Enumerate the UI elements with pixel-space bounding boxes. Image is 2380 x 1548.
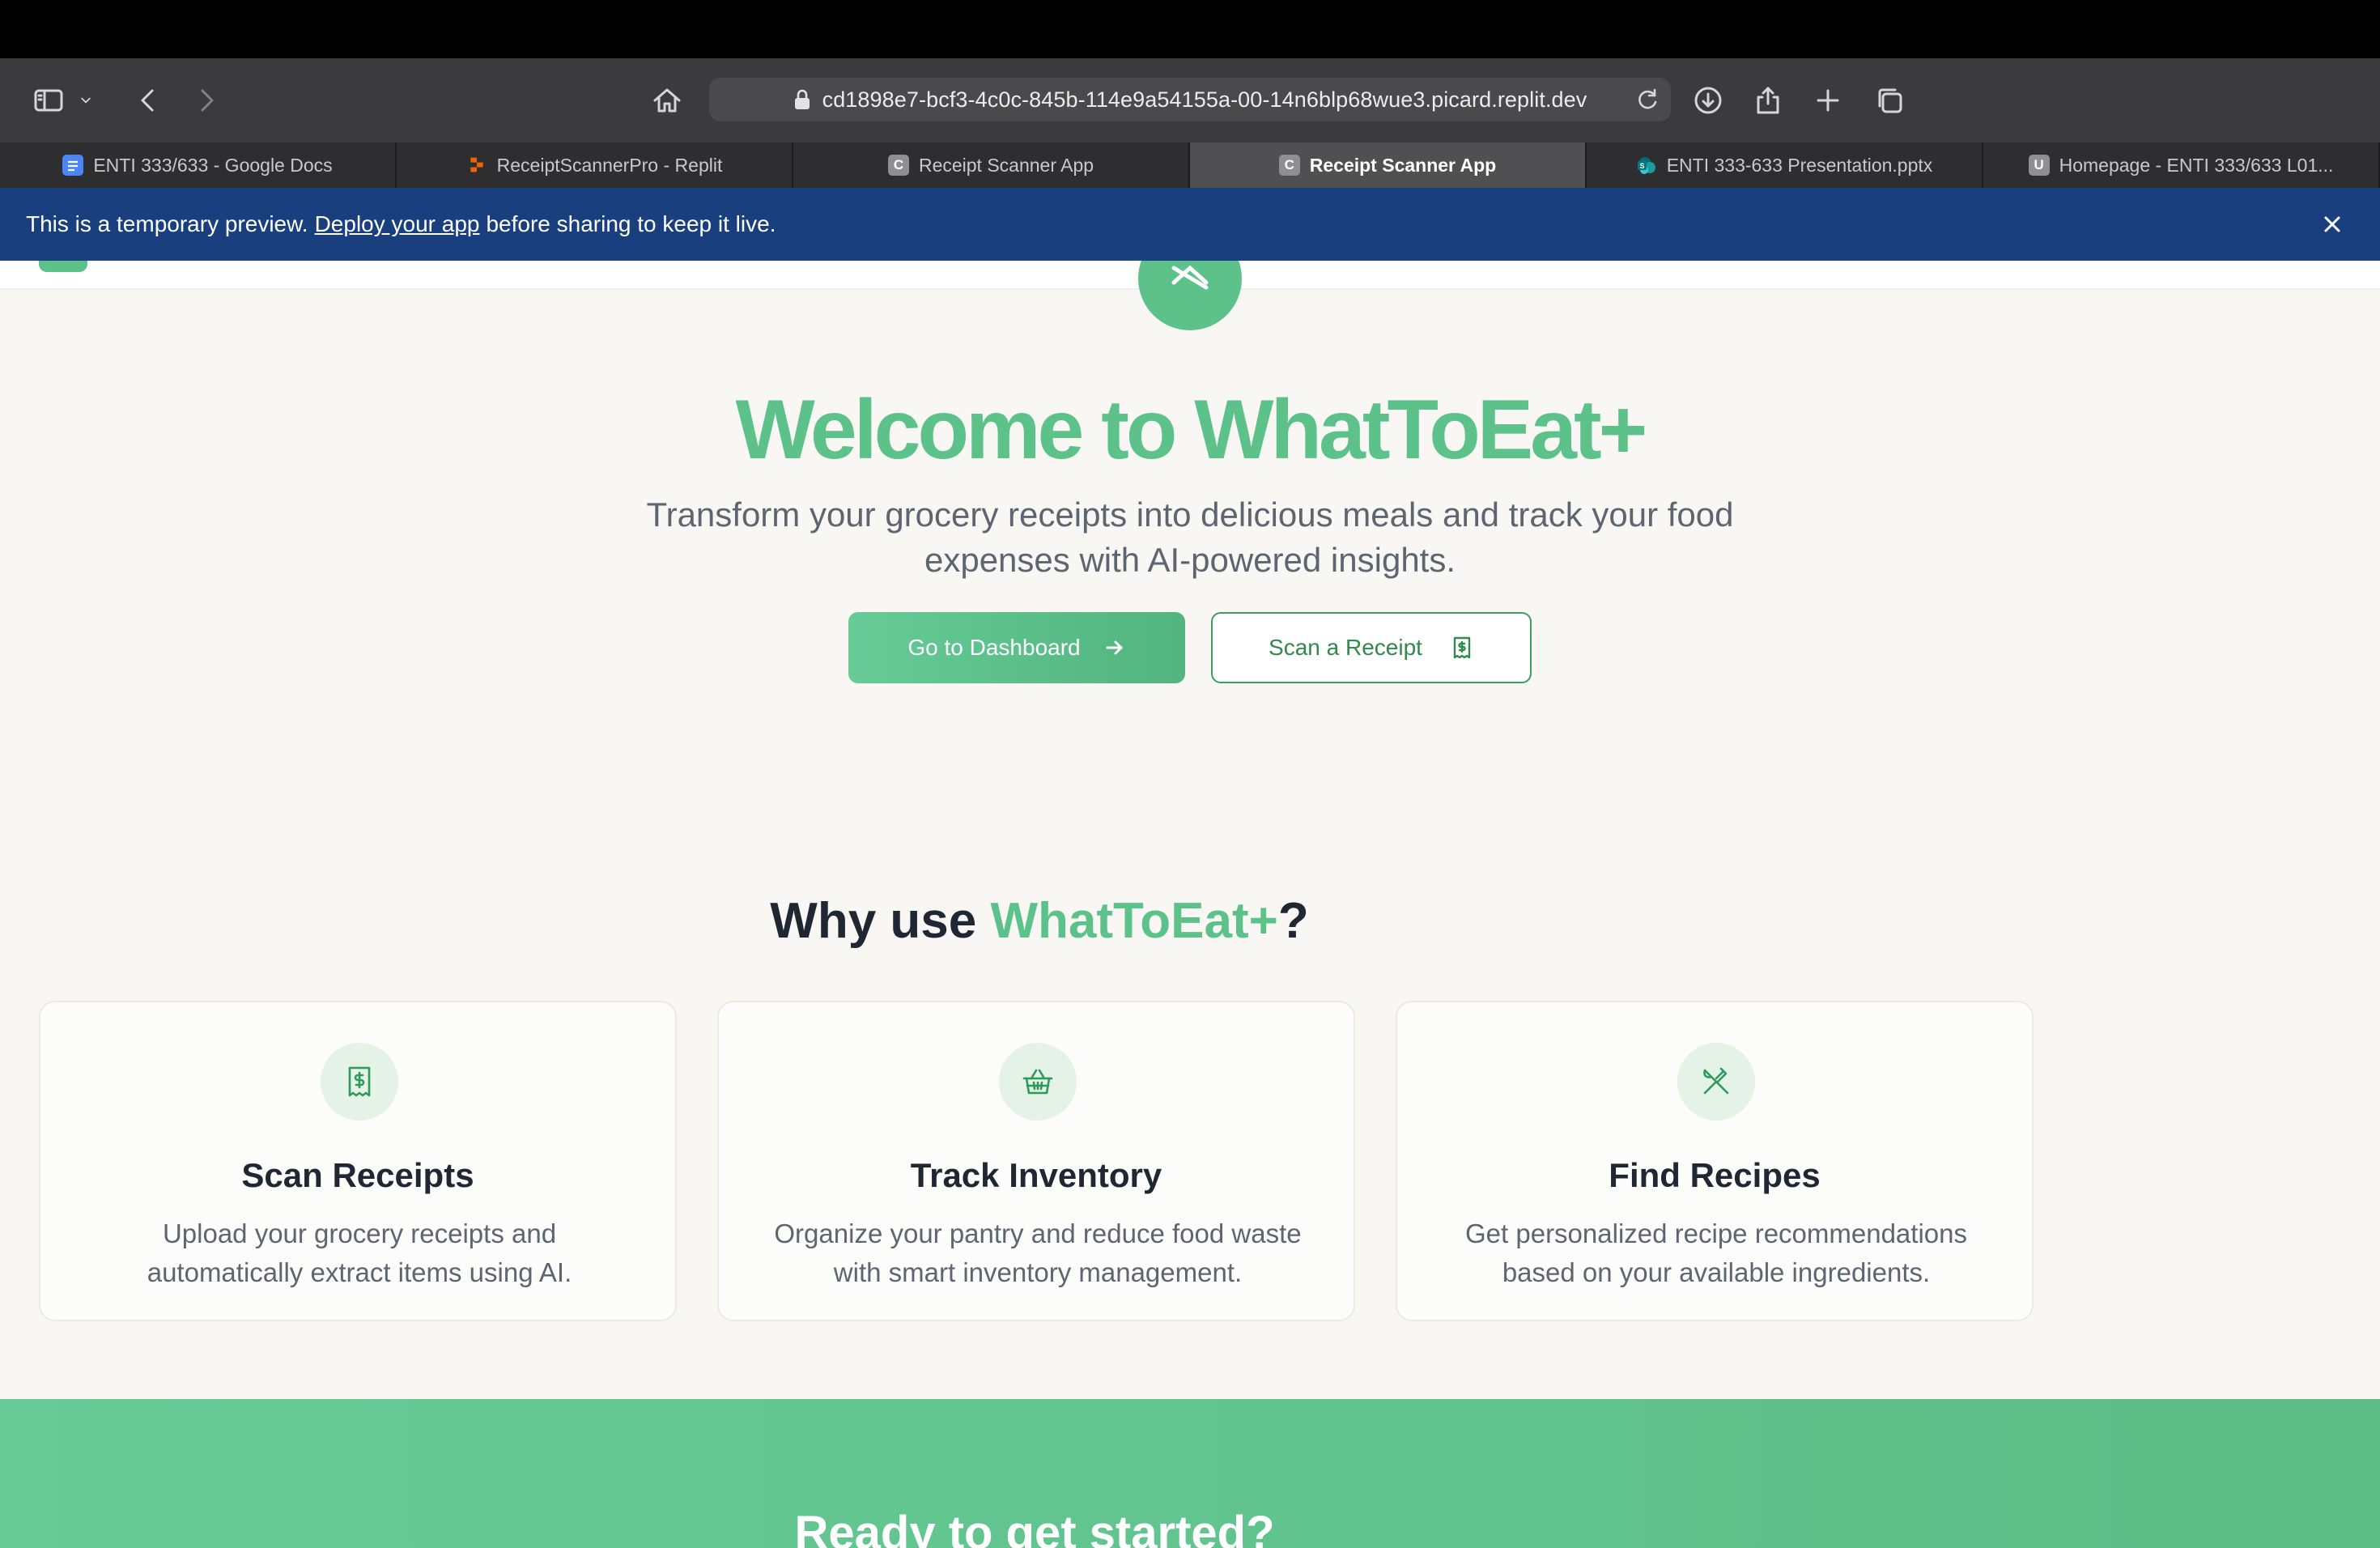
tab-label: Receipt Scanner App	[918, 154, 1094, 176]
tab-overview-icon[interactable]	[1865, 76, 1914, 125]
app-favicon-icon: C	[1278, 155, 1300, 176]
feature-card-track-inventory: Track Inventory Organize your pantry and…	[717, 1001, 1355, 1321]
close-banner-icon[interactable]	[2318, 211, 2346, 238]
tab-google-docs[interactable]: ENTI 333/633 - Google Docs	[0, 142, 397, 188]
feature-description: Upload your grocery receipts and automat…	[147, 1218, 572, 1287]
course-favicon-icon: U	[2028, 155, 2050, 176]
basket-icon	[999, 1043, 1077, 1121]
feature-card-find-recipes: Find Recipes Get personalized recipe rec…	[1396, 1001, 2034, 1321]
new-tab-plus-icon[interactable]	[1804, 76, 1852, 125]
share-icon[interactable]	[1744, 76, 1792, 125]
banner-text-end: before sharing to keep it live.	[486, 211, 776, 236]
lock-icon	[793, 89, 811, 110]
tab-presentation[interactable]: S ENTI 333-633 Presentation.pptx	[1587, 142, 1983, 188]
why-brand: WhatToEat+	[990, 893, 1278, 949]
feature-description: Get personalized recipe recommendations …	[1465, 1218, 1967, 1287]
reload-icon[interactable]	[1634, 86, 1661, 113]
why-prefix: Why use	[770, 893, 991, 949]
why-suffix: ?	[1277, 893, 1309, 949]
tab-homepage[interactable]: U Homepage - ENTI 333/633 L01...	[1983, 142, 2380, 188]
browser-toolbar: cd1898e7-bcf3-4c0c-845b-114e9a54155a-00-…	[0, 58, 2380, 142]
receipt-icon	[1453, 636, 1471, 659]
arrow-right-icon	[1106, 640, 1123, 655]
feature-title: Scan Receipts	[241, 1156, 474, 1194]
receipt-icon	[321, 1043, 398, 1121]
button-label: Scan a Receipt	[1269, 635, 1422, 660]
tab-label: Homepage - ENTI 333/633 L01...	[2059, 154, 2334, 176]
go-to-dashboard-button[interactable]: Go to Dashboard	[848, 612, 1185, 683]
page-content: Welcome to WhatToEat+ Transform your gro…	[0, 261, 2380, 1548]
banner-text-start: This is a temporary preview.	[26, 211, 308, 236]
tab-label: ENTI 333-633 Presentation.pptx	[1666, 154, 1933, 176]
download-icon[interactable]	[1684, 76, 1732, 125]
hero-subtitle: Transform your grocery receipts into del…	[646, 495, 1734, 579]
app-logo[interactable]	[39, 261, 87, 272]
hero-title: Welcome to WhatToEat+	[735, 383, 1648, 477]
replit-icon	[466, 155, 487, 176]
window-top-bar	[0, 0, 2380, 58]
url-text: cd1898e7-bcf3-4c0c-845b-114e9a54155a-00-…	[822, 87, 1587, 112]
sidebar-toggle-icon[interactable]	[24, 76, 73, 125]
feature-title: Find Recipes	[1609, 1156, 1821, 1194]
cta-title: Ready to get started?	[794, 1507, 1275, 1548]
tab-label: ReceiptScannerPro - Replit	[496, 154, 723, 176]
button-label: Go to Dashboard	[907, 635, 1081, 660]
scan-receipt-button[interactable]: Scan a Receipt	[1211, 612, 1532, 683]
utensils-crossed-icon	[1677, 1043, 1755, 1121]
feature-card-scan-receipts: Scan Receipts Upload your grocery receip…	[39, 1001, 677, 1321]
hero-logo-icon	[1138, 261, 1242, 330]
svg-text:S: S	[1639, 162, 1644, 170]
home-icon[interactable]	[643, 76, 691, 125]
app-favicon-icon: C	[887, 155, 909, 176]
tab-replit[interactable]: ReceiptScannerPro - Replit	[397, 142, 793, 188]
why-section-title: Why use WhatToEat+?	[0, 892, 2079, 950]
address-bar[interactable]: cd1898e7-bcf3-4c0c-845b-114e9a54155a-00-…	[709, 78, 1671, 121]
preview-banner: This is a temporary preview. Deploy your…	[0, 188, 2380, 261]
tab-receipt-scanner-app-active[interactable]: C Receipt Scanner App	[1190, 142, 1587, 188]
back-arrow-icon[interactable]	[125, 76, 173, 125]
tab-label: Receipt Scanner App	[1309, 154, 1497, 176]
chevron-down-icon[interactable]	[70, 76, 102, 125]
tab-receipt-scanner-app[interactable]: C Receipt Scanner App	[793, 142, 1190, 188]
feature-description: Organize your pantry and reduce food was…	[774, 1218, 1302, 1287]
google-docs-icon	[62, 155, 84, 176]
tab-strip: ENTI 333/633 - Google Docs ReceiptScanne…	[0, 142, 2380, 188]
deploy-app-link[interactable]: Deploy your app	[315, 211, 480, 237]
forward-arrow-icon[interactable]	[181, 76, 230, 125]
feature-title: Track Inventory	[910, 1156, 1162, 1194]
tab-label: ENTI 333/633 - Google Docs	[93, 154, 333, 176]
sharepoint-icon: S	[1636, 155, 1657, 176]
